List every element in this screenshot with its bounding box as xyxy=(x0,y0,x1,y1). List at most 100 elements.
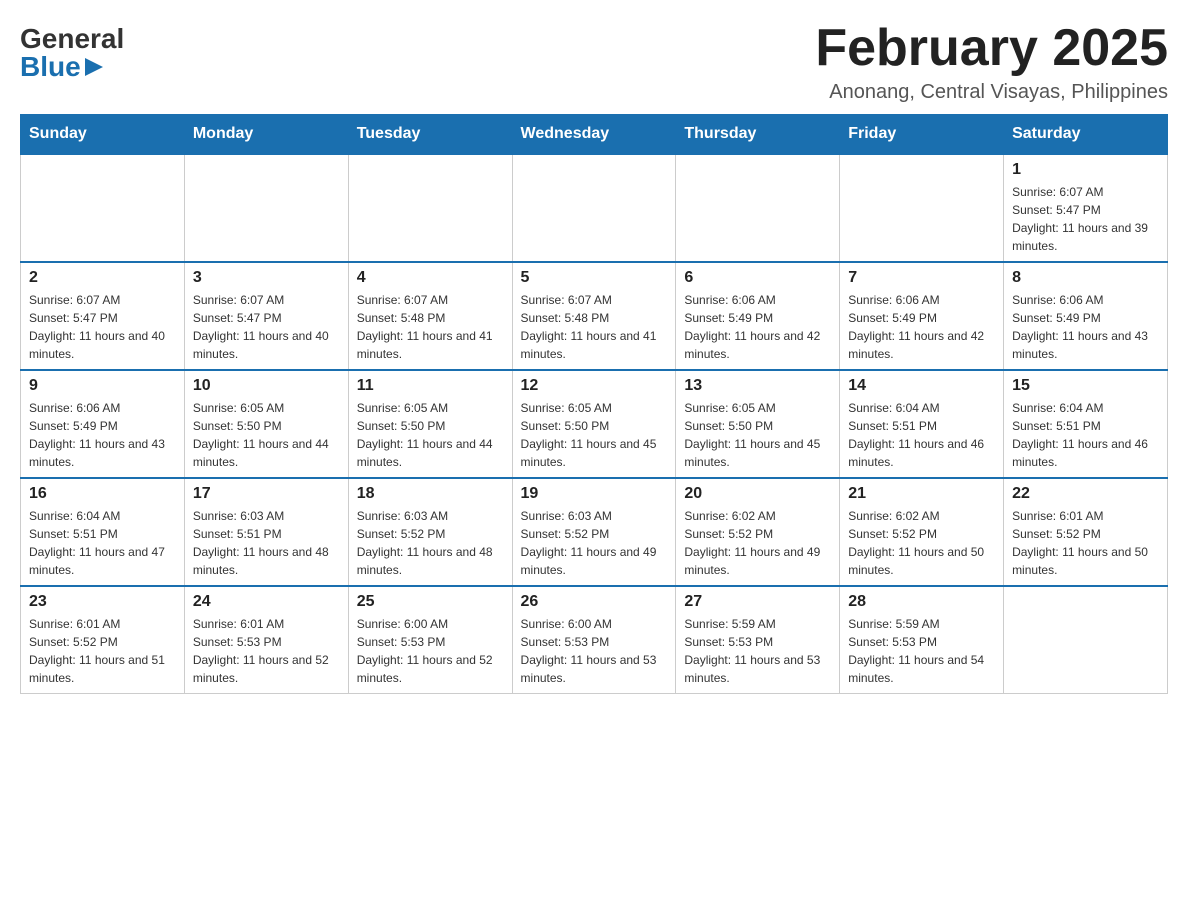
table-row: 7 Sunrise: 6:06 AM Sunset: 5:49 PM Daylig… xyxy=(840,262,1004,370)
day-number: 27 xyxy=(684,593,831,611)
day-info: Sunrise: 5:59 AM Sunset: 5:53 PM Dayligh… xyxy=(684,615,831,687)
calendar-table: Sunday Monday Tuesday Wednesday Thursday… xyxy=(20,114,1168,694)
day-info: Sunrise: 6:07 AM Sunset: 5:47 PM Dayligh… xyxy=(29,291,176,363)
col-wednesday: Wednesday xyxy=(512,115,676,155)
calendar-week-row: 16 Sunrise: 6:04 AM Sunset: 5:51 PM Dayli… xyxy=(21,478,1168,586)
day-number: 21 xyxy=(848,485,995,503)
table-row: 21 Sunrise: 6:02 AM Sunset: 5:52 PM Dayli… xyxy=(840,478,1004,586)
calendar-week-row: 9 Sunrise: 6:06 AM Sunset: 5:49 PM Daylig… xyxy=(21,370,1168,478)
day-number: 9 xyxy=(29,377,176,395)
table-row: 25 Sunrise: 6:00 AM Sunset: 5:53 PM Dayli… xyxy=(348,586,512,694)
day-info: Sunrise: 6:07 AM Sunset: 5:47 PM Dayligh… xyxy=(1012,183,1159,255)
day-number: 4 xyxy=(357,269,504,287)
day-number: 18 xyxy=(357,485,504,503)
col-friday: Friday xyxy=(840,115,1004,155)
day-number: 3 xyxy=(193,269,340,287)
table-row: 2 Sunrise: 6:07 AM Sunset: 5:47 PM Daylig… xyxy=(21,262,185,370)
day-info: Sunrise: 6:00 AM Sunset: 5:53 PM Dayligh… xyxy=(357,615,504,687)
day-info: Sunrise: 6:07 AM Sunset: 5:48 PM Dayligh… xyxy=(521,291,668,363)
day-number: 24 xyxy=(193,593,340,611)
col-tuesday: Tuesday xyxy=(348,115,512,155)
month-year-title: February 2025 xyxy=(815,20,1168,77)
day-number: 8 xyxy=(1012,269,1159,287)
table-row: 9 Sunrise: 6:06 AM Sunset: 5:49 PM Daylig… xyxy=(21,370,185,478)
table-row xyxy=(184,154,348,262)
day-number: 7 xyxy=(848,269,995,287)
day-info: Sunrise: 6:06 AM Sunset: 5:49 PM Dayligh… xyxy=(1012,291,1159,363)
table-row: 23Sunrise: 6:01 AM Sunset: 5:52 PM Dayli… xyxy=(21,586,185,694)
day-info: Sunrise: 6:06 AM Sunset: 5:49 PM Dayligh… xyxy=(684,291,831,363)
day-info: Sunrise: 6:04 AM Sunset: 5:51 PM Dayligh… xyxy=(1012,399,1159,471)
col-monday: Monday xyxy=(184,115,348,155)
location-subtitle: Anonang, Central Visayas, Philippines xyxy=(815,81,1168,104)
day-info: Sunrise: 6:01 AM Sunset: 5:52 PM Dayligh… xyxy=(1012,507,1159,579)
calendar-week-row: 1 Sunrise: 6:07 AM Sunset: 5:47 PM Daylig… xyxy=(21,154,1168,262)
table-row: 5 Sunrise: 6:07 AM Sunset: 5:48 PM Daylig… xyxy=(512,262,676,370)
day-number: 2 xyxy=(29,269,176,287)
day-info: Sunrise: 6:02 AM Sunset: 5:52 PM Dayligh… xyxy=(848,507,995,579)
table-row: 8 Sunrise: 6:06 AM Sunset: 5:49 PM Daylig… xyxy=(1004,262,1168,370)
title-section: February 2025 Anonang, Central Visayas, … xyxy=(815,20,1168,104)
table-row xyxy=(21,154,185,262)
col-sunday: Sunday xyxy=(21,115,185,155)
table-row xyxy=(1004,586,1168,694)
table-row xyxy=(348,154,512,262)
day-info: Sunrise: 6:02 AM Sunset: 5:52 PM Dayligh… xyxy=(684,507,831,579)
table-row: 6 Sunrise: 6:06 AM Sunset: 5:49 PM Daylig… xyxy=(676,262,840,370)
day-number: 14 xyxy=(848,377,995,395)
day-number: 20 xyxy=(684,485,831,503)
day-number: 5 xyxy=(521,269,668,287)
day-number: 15 xyxy=(1012,377,1159,395)
logo: General Blue xyxy=(20,20,124,81)
day-info: Sunrise: 6:00 AM Sunset: 5:53 PM Dayligh… xyxy=(521,615,668,687)
table-row: 1 Sunrise: 6:07 AM Sunset: 5:47 PM Daylig… xyxy=(1004,154,1168,262)
day-info: Sunrise: 6:07 AM Sunset: 5:47 PM Dayligh… xyxy=(193,291,340,363)
table-row xyxy=(512,154,676,262)
day-number: 25 xyxy=(357,593,504,611)
table-row: 16 Sunrise: 6:04 AM Sunset: 5:51 PM Dayli… xyxy=(21,478,185,586)
day-info: Sunrise: 6:01 AM Sunset: 5:53 PM Dayligh… xyxy=(193,615,340,687)
table-row: 17 Sunrise: 6:03 AM Sunset: 5:51 PM Dayli… xyxy=(184,478,348,586)
page-header: General Blue February 2025 Anonang, Cent… xyxy=(20,20,1168,104)
logo-arrow-icon xyxy=(83,56,105,78)
day-number: 23 xyxy=(29,593,176,611)
day-info: Sunrise: 6:05 AM Sunset: 5:50 PM Dayligh… xyxy=(193,399,340,471)
table-row: 15 Sunrise: 6:04 AM Sunset: 5:51 PM Dayli… xyxy=(1004,370,1168,478)
table-row: 10Sunrise: 6:05 AM Sunset: 5:50 PM Dayli… xyxy=(184,370,348,478)
day-number: 16 xyxy=(29,485,176,503)
calendar-header-row: Sunday Monday Tuesday Wednesday Thursday… xyxy=(21,115,1168,155)
day-info: Sunrise: 6:03 AM Sunset: 5:51 PM Dayligh… xyxy=(193,507,340,579)
table-row: 24 Sunrise: 6:01 AM Sunset: 5:53 PM Dayli… xyxy=(184,586,348,694)
day-number: 28 xyxy=(848,593,995,611)
day-info: Sunrise: 6:04 AM Sunset: 5:51 PM Dayligh… xyxy=(848,399,995,471)
table-row: 12 Sunrise: 6:05 AM Sunset: 5:50 PM Dayli… xyxy=(512,370,676,478)
logo-blue: Blue xyxy=(20,53,81,81)
day-info: Sunrise: 6:05 AM Sunset: 5:50 PM Dayligh… xyxy=(357,399,504,471)
day-number: 26 xyxy=(521,593,668,611)
day-info: Sunrise: 6:05 AM Sunset: 5:50 PM Dayligh… xyxy=(521,399,668,471)
table-row: 19Sunrise: 6:03 AM Sunset: 5:52 PM Dayli… xyxy=(512,478,676,586)
table-row: 14 Sunrise: 6:04 AM Sunset: 5:51 PM Dayli… xyxy=(840,370,1004,478)
table-row: 11Sunrise: 6:05 AM Sunset: 5:50 PM Dayli… xyxy=(348,370,512,478)
day-info: Sunrise: 6:06 AM Sunset: 5:49 PM Dayligh… xyxy=(848,291,995,363)
col-thursday: Thursday xyxy=(676,115,840,155)
calendar-week-row: 2 Sunrise: 6:07 AM Sunset: 5:47 PM Daylig… xyxy=(21,262,1168,370)
day-number: 1 xyxy=(1012,161,1159,179)
table-row: 18Sunrise: 6:03 AM Sunset: 5:52 PM Dayli… xyxy=(348,478,512,586)
calendar-week-row: 23Sunrise: 6:01 AM Sunset: 5:52 PM Dayli… xyxy=(21,586,1168,694)
day-number: 22 xyxy=(1012,485,1159,503)
day-number: 19 xyxy=(521,485,668,503)
day-info: Sunrise: 6:06 AM Sunset: 5:49 PM Dayligh… xyxy=(29,399,176,471)
table-row: 22 Sunrise: 6:01 AM Sunset: 5:52 PM Dayli… xyxy=(1004,478,1168,586)
day-info: Sunrise: 6:07 AM Sunset: 5:48 PM Dayligh… xyxy=(357,291,504,363)
table-row: 13Sunrise: 6:05 AM Sunset: 5:50 PM Dayli… xyxy=(676,370,840,478)
table-row: 27 Sunrise: 5:59 AM Sunset: 5:53 PM Dayli… xyxy=(676,586,840,694)
day-number: 12 xyxy=(521,377,668,395)
day-info: Sunrise: 6:05 AM Sunset: 5:50 PM Dayligh… xyxy=(684,399,831,471)
day-number: 6 xyxy=(684,269,831,287)
table-row: 3 Sunrise: 6:07 AM Sunset: 5:47 PM Daylig… xyxy=(184,262,348,370)
day-number: 17 xyxy=(193,485,340,503)
table-row: 20 Sunrise: 6:02 AM Sunset: 5:52 PM Dayli… xyxy=(676,478,840,586)
table-row: 28Sunrise: 5:59 AM Sunset: 5:53 PM Dayli… xyxy=(840,586,1004,694)
day-info: Sunrise: 6:04 AM Sunset: 5:51 PM Dayligh… xyxy=(29,507,176,579)
